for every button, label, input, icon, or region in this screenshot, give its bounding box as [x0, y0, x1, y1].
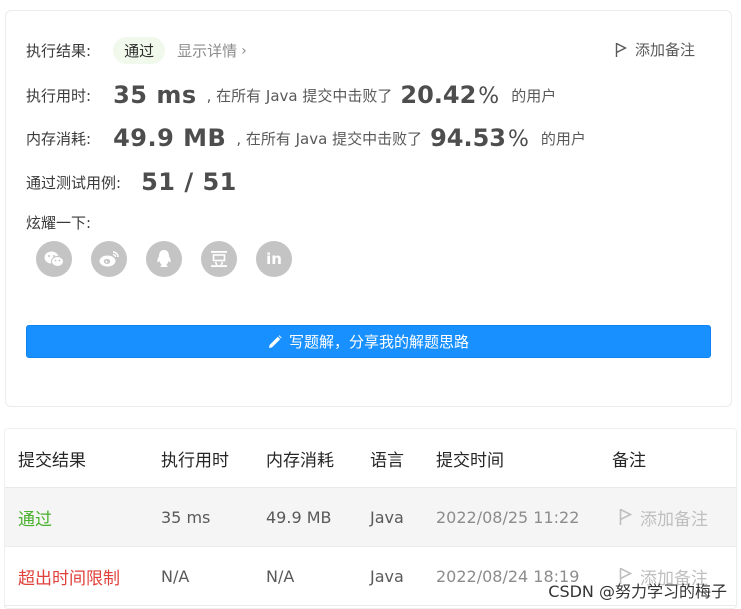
- share-label: 炫耀一下:: [26, 214, 92, 232]
- memory-value: 49.9 MB: [113, 124, 227, 152]
- share-icons: in: [36, 241, 292, 277]
- row-memory: 49.9 MB: [266, 507, 332, 527]
- memory-label: 内存消耗:: [26, 129, 92, 148]
- runtime-beat-text: , 在所有 Java 提交中击败了: [206, 86, 393, 105]
- row-language: Java: [370, 566, 404, 586]
- result-label: 执行结果:: [26, 42, 92, 60]
- watermark: CSDN @努力学习的梅子: [548, 582, 727, 601]
- runtime-row: 执行用时: 35 ms , 在所有 Java 提交中击败了 20.42% 的用户: [26, 81, 556, 109]
- row-add-note-label: 添加备注: [640, 509, 708, 530]
- wechat-icon[interactable]: [36, 241, 72, 277]
- douban-icon[interactable]: [201, 241, 237, 277]
- result-card: 执行结果: 通过 显示详情 › 添加备注 执行用时: 35 ms , 在所有 J…: [5, 10, 732, 407]
- memory-percent-value: 94.53: [430, 124, 506, 152]
- header-runtime: 执行用时: [161, 450, 229, 471]
- linkedin-icon[interactable]: in: [256, 241, 292, 277]
- runtime-suffix: 的用户: [511, 86, 557, 105]
- chevron-right-icon: ›: [241, 42, 247, 59]
- row-memory: N/A: [266, 566, 295, 586]
- header-language: 语言: [370, 450, 404, 471]
- flag-icon: [619, 508, 632, 525]
- row-status[interactable]: 超出时间限制: [18, 564, 120, 589]
- row-language: Java: [370, 507, 404, 527]
- result-row: 执行结果: 通过 显示详情 ›: [26, 37, 247, 64]
- row-runtime: 35 ms: [161, 507, 211, 527]
- testcases-row: 通过测试用例: 51 / 51: [26, 168, 237, 196]
- row-runtime: N/A: [161, 566, 190, 586]
- row-add-note-button[interactable]: 添加备注: [619, 505, 708, 530]
- header-note: 备注: [612, 450, 646, 471]
- qq-icon[interactable]: [146, 241, 182, 277]
- memory-row: 内存消耗: 49.9 MB , 在所有 Java 提交中击败了 94.53% 的…: [26, 124, 586, 152]
- runtime-label: 执行用时:: [26, 86, 92, 105]
- runtime-value: 35 ms: [113, 81, 197, 109]
- table-header: 提交结果 执行用时 内存消耗 语言 提交时间 备注: [5, 429, 736, 488]
- testcases-value: 51 / 51: [141, 168, 237, 196]
- write-solution-button[interactable]: 写题解，分享我的解题思路: [26, 325, 711, 358]
- testcases-label: 通过测试用例:: [26, 173, 122, 192]
- memory-percent: 94.53%: [430, 124, 529, 152]
- row-status[interactable]: 通过: [18, 505, 52, 530]
- header-status: 提交结果: [18, 450, 86, 471]
- runtime-percent: 20.42%: [400, 81, 500, 109]
- status-badge: 通过: [113, 37, 166, 64]
- header-memory: 内存消耗: [266, 450, 334, 471]
- show-details-label: 显示详情: [177, 42, 238, 60]
- memory-suffix: 的用户: [540, 129, 586, 148]
- table-row[interactable]: 通过 35 ms 49.9 MB Java 2022/08/25 11:22 添…: [5, 488, 736, 547]
- add-note-button[interactable]: 添加备注: [615, 39, 695, 60]
- write-solution-label: 写题解，分享我的解题思路: [288, 333, 469, 351]
- flag-icon: [615, 42, 627, 57]
- memory-beat-text: , 在所有 Java 提交中击败了: [236, 129, 423, 148]
- show-details-link[interactable]: 显示详情 ›: [177, 40, 247, 61]
- header-time: 提交时间: [436, 450, 504, 471]
- pencil-icon: [268, 334, 282, 348]
- share-row: 炫耀一下:: [26, 212, 91, 233]
- add-note-label: 添加备注: [634, 41, 695, 59]
- row-time: 2022/08/25 11:22: [436, 507, 580, 527]
- weibo-icon[interactable]: [91, 241, 127, 277]
- runtime-percent-value: 20.42: [400, 81, 477, 109]
